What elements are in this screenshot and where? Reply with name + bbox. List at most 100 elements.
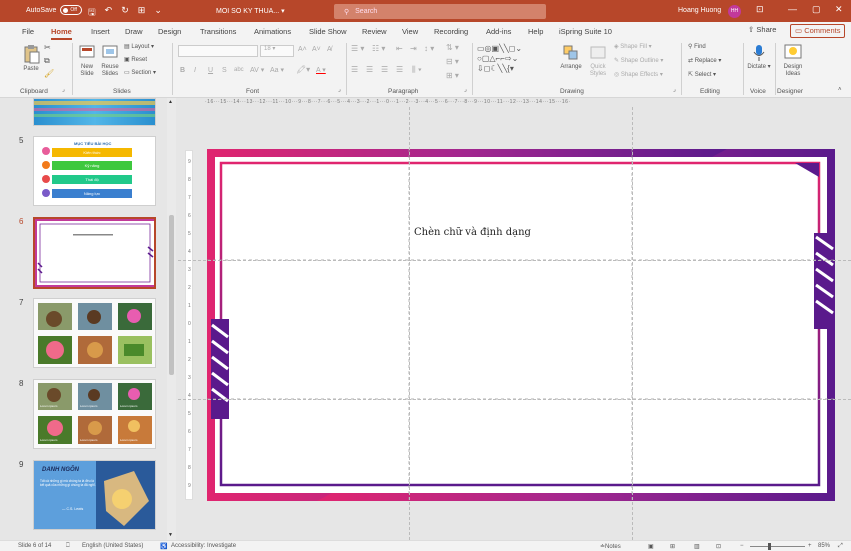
tab-draw[interactable]: Draw — [125, 27, 143, 36]
align-text-icon[interactable]: ⊟ ▾ — [446, 58, 459, 66]
char-spacing-icon[interactable]: AV ▾ — [250, 67, 264, 74]
tab-review[interactable]: Review — [362, 27, 387, 36]
bold-icon[interactable]: B — [180, 67, 185, 74]
tab-add-ins[interactable]: Add-ins — [486, 27, 511, 36]
change-case-icon[interactable]: Aa ▾ — [270, 67, 284, 74]
font-launcher-icon[interactable]: ⌟ — [338, 87, 341, 94]
undo-icon[interactable]: ↶ — [105, 5, 113, 21]
slide-thumbnail-9[interactable]: DANH NGÔN Tất cả những gì mà chúng ta là… — [33, 460, 156, 530]
guide-line[interactable] — [409, 107, 410, 540]
select-button[interactable]: ⇱ Select ▾ — [688, 72, 716, 79]
restore-button[interactable]: ▢ — [812, 4, 821, 15]
align-left-icon[interactable]: ☰ — [351, 66, 358, 74]
line-spacing-icon[interactable]: ↕ ▾ — [424, 45, 434, 53]
scrollbar-thumb[interactable] — [169, 215, 174, 375]
display-options-icon[interactable]: ⊡ — [756, 4, 764, 15]
tab-view[interactable]: View — [402, 27, 418, 36]
normal-view-icon[interactable]: ▣ — [648, 543, 654, 550]
shapes-gallery[interactable]: ▭◎▣╲╲◻⌄ ○▢△⌐⌐⇨⌄ ⇩◻☾╲╲{▾ — [477, 44, 547, 80]
text-direction-icon[interactable]: ⇅ ▾ — [446, 44, 459, 52]
underline-icon[interactable]: U — [208, 67, 213, 74]
slide-thumbnail-5[interactable]: MỤC TIÊU BÀI HỌC Kiến thức Kỹ năng Thái … — [33, 136, 156, 206]
fit-slide-icon[interactable]: ⤢ — [838, 543, 843, 550]
arrange-button[interactable]: Arrange — [559, 44, 583, 71]
autosave-toggle[interactable]: Off — [60, 5, 83, 15]
tab-file[interactable]: File — [22, 27, 34, 36]
scroll-up-icon[interactable]: ▲ — [168, 99, 173, 105]
tab-help[interactable]: Help — [528, 27, 543, 36]
share-button[interactable]: ⇧ Share — [748, 25, 776, 34]
customize-qat-icon[interactable]: ⌄ — [154, 5, 162, 21]
layout-button[interactable]: ▤ Layout ▾ — [124, 44, 154, 51]
tab-home[interactable]: Home — [51, 27, 72, 40]
minimize-button[interactable]: — — [788, 4, 797, 14]
shape-fill-button[interactable]: ◈ Shape Fill ▾ — [614, 44, 652, 51]
align-center-icon[interactable]: ☰ — [366, 66, 373, 74]
section-button[interactable]: ▭ Section ▾ — [124, 70, 156, 77]
italic-icon[interactable]: I — [194, 67, 196, 74]
drawing-launcher-icon[interactable]: ⌟ — [673, 87, 676, 94]
highlight-icon[interactable]: 🖍▾ — [296, 66, 310, 74]
zoom-slider-thumb[interactable] — [768, 543, 771, 550]
accessibility-status[interactable]: Accessibility: Investigate — [171, 543, 236, 549]
autosave-control[interactable]: AutoSave Off — [26, 5, 83, 15]
design-ideas-button[interactable]: Design Ideas — [780, 44, 806, 78]
replace-button[interactable]: ⇄ Replace ▾ — [688, 58, 721, 65]
zoom-in-icon[interactable]: + — [808, 543, 812, 549]
slide-thumbnail-6[interactable] — [33, 217, 156, 289]
clear-formatting-icon[interactable]: A̸ — [327, 46, 332, 53]
search-box[interactable]: ⚲ Search — [334, 4, 546, 19]
cut-icon[interactable]: ✂ — [44, 44, 51, 52]
paragraph-launcher-icon[interactable]: ⌟ — [464, 87, 467, 94]
main-slide-canvas[interactable]: Chèn chữ và định dạng — [207, 149, 835, 501]
tab-animations[interactable]: Animations — [254, 27, 291, 36]
slide-thumbnail-8[interactable]: Lorem ipsum Lorem ipsum Lorem ipsum Lore… — [33, 379, 156, 449]
slideshow-icon[interactable]: ⊡ — [716, 543, 721, 550]
tab-insert[interactable]: Insert — [91, 27, 110, 36]
slide-thumbnail-7[interactable] — [33, 298, 156, 368]
tab-slide-show[interactable]: Slide Show — [309, 27, 347, 36]
shape-outline-button[interactable]: ✎ Shape Outline ▾ — [614, 58, 663, 65]
columns-icon[interactable]: ⫼ ▾ — [412, 66, 422, 74]
copy-icon[interactable]: ⧉ — [44, 57, 50, 65]
zoom-level[interactable]: 85% — [818, 543, 830, 549]
reading-view-icon[interactable]: ▥ — [694, 543, 700, 550]
reset-button[interactable]: ▣ Reset — [124, 57, 147, 64]
shape-effects-button[interactable]: ◎ Shape Effects ▾ — [614, 72, 663, 79]
font-size-select[interactable]: 18 ▾ — [260, 45, 294, 57]
numbering-icon[interactable]: ☷ ▾ — [372, 45, 385, 53]
notes-button[interactable]: ≐Notes — [600, 543, 621, 550]
dictate-button[interactable]: Dictate ▾ — [747, 44, 771, 71]
find-button[interactable]: ⚲ Find — [688, 44, 706, 51]
new-slide-button[interactable]: New Slide — [76, 44, 98, 78]
tab-recording[interactable]: Recording — [434, 27, 468, 36]
slide-thumbnail-4[interactable] — [33, 98, 156, 126]
zoom-slider[interactable] — [750, 546, 805, 547]
strikethrough-icon[interactable]: abc — [234, 67, 244, 74]
tab-transitions[interactable]: Transitions — [200, 27, 236, 36]
tab-ispring[interactable]: iSpring Suite 10 — [559, 27, 612, 36]
smartart-icon[interactable]: ⊞ ▾ — [446, 72, 459, 80]
zoom-out-icon[interactable]: − — [740, 543, 744, 549]
guide-line[interactable] — [178, 399, 851, 400]
increase-indent-icon[interactable]: ⇥ — [410, 45, 417, 53]
document-title[interactable]: MOI SO KY THUA... ▾ — [216, 7, 285, 15]
collapse-ribbon-icon[interactable]: ˄ — [838, 87, 842, 94]
format-painter-icon[interactable]: 🖌 — [44, 70, 54, 78]
language-indicator[interactable]: English (United States) — [82, 543, 143, 549]
scroll-down-icon[interactable]: ▼ — [168, 532, 173, 538]
user-name[interactable]: Hoang Huong — [678, 7, 721, 14]
shadow-icon[interactable]: S — [222, 67, 227, 74]
font-color-icon[interactable]: A ▾ — [316, 67, 326, 74]
guide-line[interactable] — [178, 260, 851, 261]
avatar[interactable]: HH — [728, 5, 741, 18]
close-button[interactable]: ✕ — [835, 4, 843, 15]
decrease-font-icon[interactable]: A˅ — [312, 46, 321, 53]
decrease-indent-icon[interactable]: ⇤ — [396, 45, 403, 53]
slide-text-box[interactable]: Chèn chữ và định dạng — [414, 227, 531, 238]
font-name-select[interactable] — [178, 45, 258, 57]
bullets-icon[interactable]: ☰ ▾ — [351, 45, 364, 53]
guide-line[interactable] — [632, 107, 633, 540]
paste-button[interactable]: Paste — [20, 44, 42, 73]
comments-button[interactable]: ▭ Comments — [790, 24, 846, 38]
